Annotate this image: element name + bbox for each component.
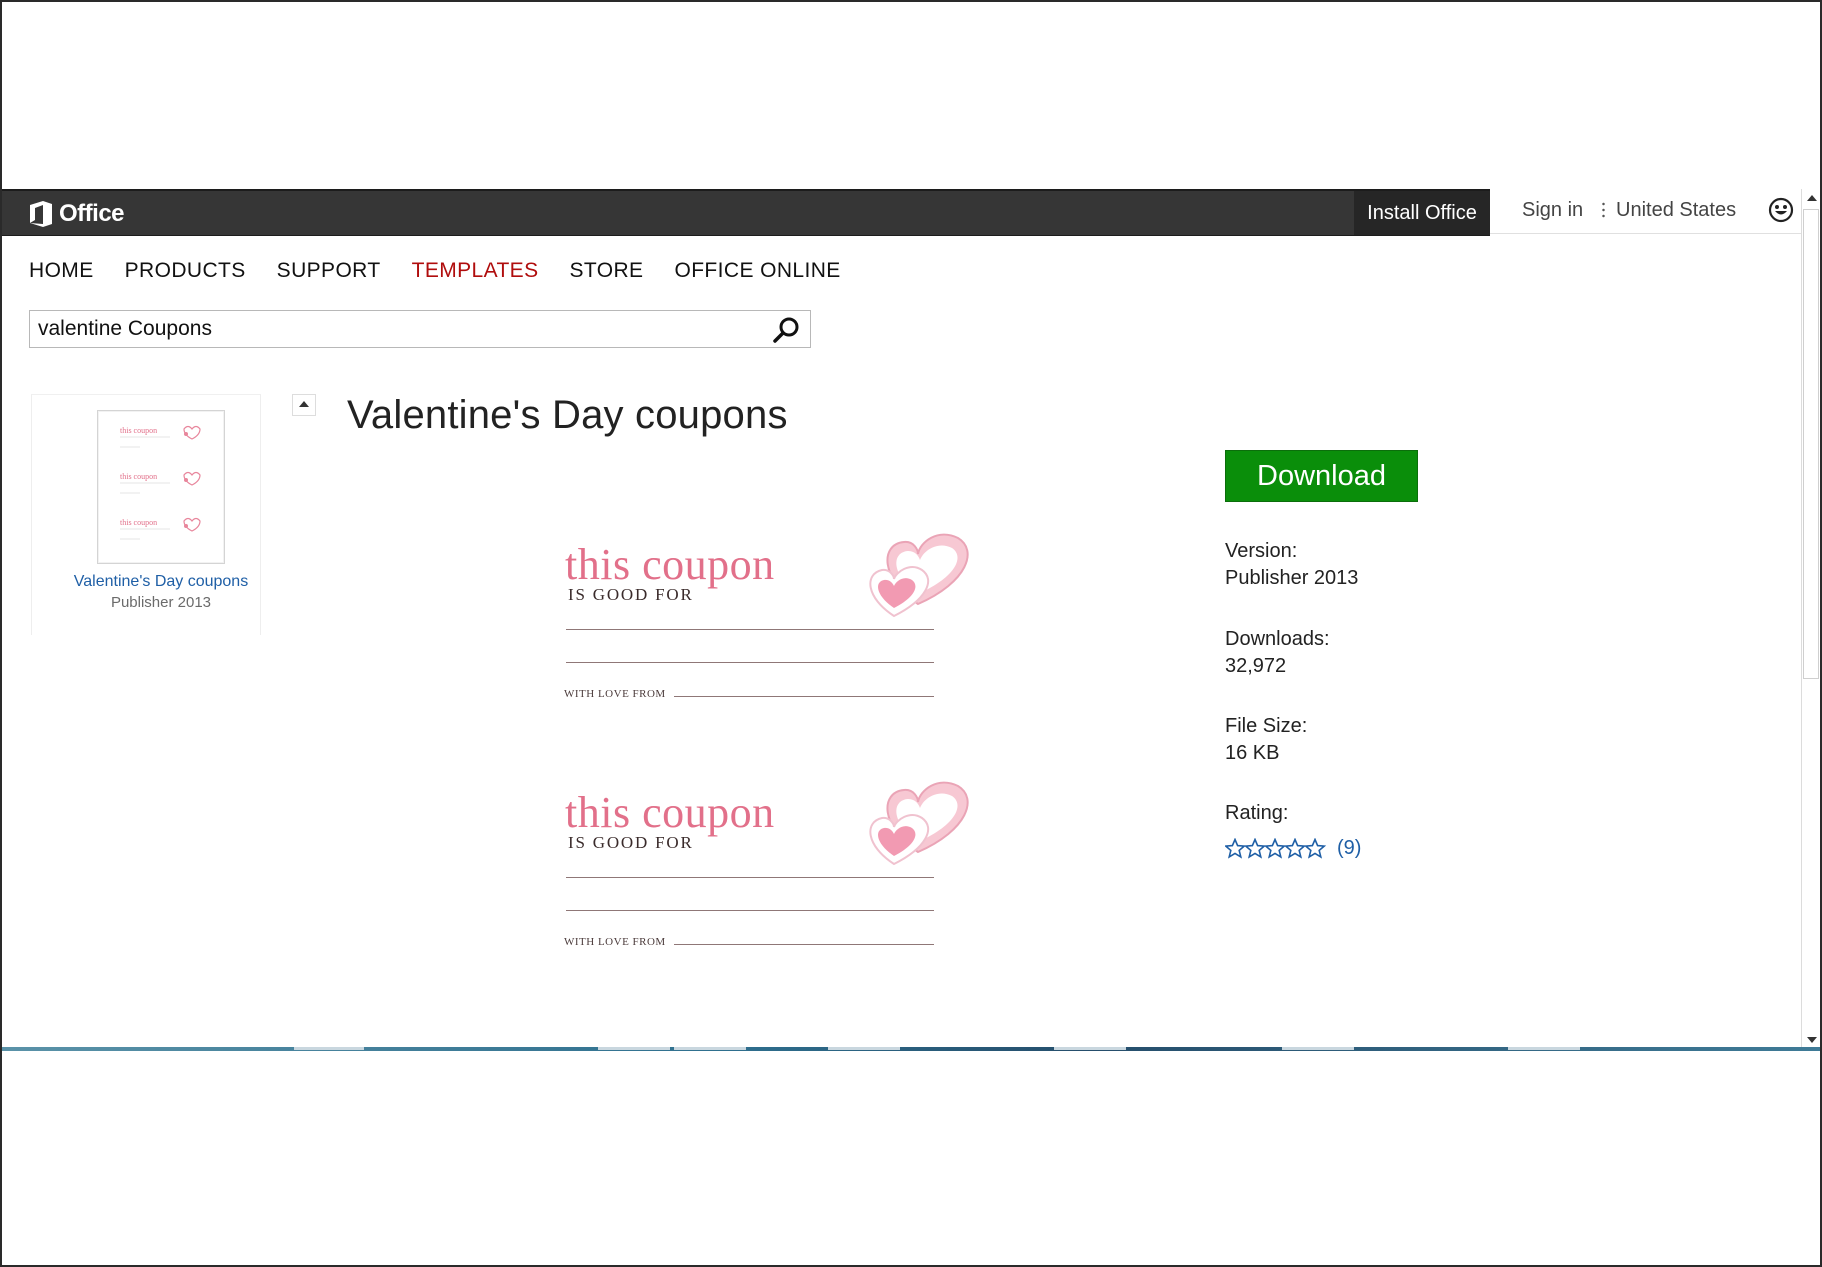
thumbnail-coupon-row: this coupon <box>120 471 201 494</box>
coupon-line <box>566 629 934 630</box>
file-size-block: File Size: 16 KB <box>1225 713 1307 767</box>
coupon-preview: this coupon IS GOOD FOR WITH LOVE FROM <box>562 781 982 997</box>
hearts-icon <box>869 533 969 618</box>
taskbar-button[interactable] <box>1054 1047 1126 1050</box>
install-office-button[interactable]: Install Office <box>1354 191 1490 235</box>
star-rating-icon <box>1225 837 1327 859</box>
search-icon[interactable] <box>772 316 800 344</box>
with-love-label: WITH LOVE FROM <box>564 936 666 948</box>
country-selector[interactable]: United States <box>1616 199 1736 222</box>
coupon-line <box>566 910 934 911</box>
result-thumbnail: this coupon this coupon this coupon <box>97 410 225 564</box>
nav-home[interactable]: HOME <box>29 259 94 283</box>
version-block: Version: Publisher 2013 <box>1225 538 1358 592</box>
scroll-up-button[interactable] <box>1802 189 1820 207</box>
smiley-icon[interactable] <box>1768 197 1794 223</box>
file-size-label: File Size: <box>1225 715 1308 737</box>
hearts-icon <box>869 781 969 866</box>
scrollbar-thumb[interactable] <box>1803 209 1819 679</box>
page-scrollbar[interactable] <box>1801 189 1820 1049</box>
result-app: Publisher 2013 <box>110 594 212 611</box>
coupon-title: this coupon <box>565 540 775 589</box>
downloads-label: Downloads: <box>1225 628 1330 650</box>
nav-products[interactable]: PRODUCTS <box>125 259 246 283</box>
with-love-label: WITH LOVE FROM <box>564 688 666 700</box>
browser-viewport: Office Install Office Sign in United Sta… <box>2 189 1820 1049</box>
template-title: Valentine's Day coupons <box>347 393 788 437</box>
taskbar-edge <box>2 1047 1820 1051</box>
coupon-subtitle: IS GOOD FOR <box>568 833 694 852</box>
search-box <box>29 310 811 348</box>
nav-office-online[interactable]: OFFICE ONLINE <box>674 259 840 283</box>
taskbar-button[interactable] <box>598 1047 670 1050</box>
coupon-line <box>566 877 934 878</box>
office-logo-text: Office <box>59 200 125 227</box>
taskbar-button[interactable] <box>828 1047 900 1050</box>
result-title[interactable]: Valentine's Day coupons <box>64 570 258 594</box>
svg-text:this coupon: this coupon <box>120 426 157 435</box>
search-input[interactable] <box>38 315 738 343</box>
account-strip: Sign in United States <box>1490 189 1802 234</box>
rating-count[interactable]: (9) <box>1337 837 1361 860</box>
svg-text:this coupon: this coupon <box>120 518 157 527</box>
taskbar-button[interactable] <box>1508 1047 1580 1050</box>
office-topbar: Office Install Office <box>2 189 1490 236</box>
taskbar-button[interactable] <box>674 1047 746 1050</box>
taskbar-button[interactable] <box>294 1047 364 1050</box>
coupon-title: this coupon <box>565 788 775 837</box>
thumbnail-coupon-row: this coupon <box>120 517 201 540</box>
coupon-line <box>674 944 934 945</box>
thumbnail-coupon-row: this coupon <box>120 425 201 448</box>
office-logo-icon <box>30 201 52 227</box>
version-label: Version: <box>1225 540 1298 562</box>
download-button[interactable]: Download <box>1225 450 1418 502</box>
office-logo[interactable]: Office <box>28 198 125 230</box>
coupon-line <box>566 662 934 663</box>
nav-templates[interactable]: TEMPLATES <box>412 259 539 283</box>
template-preview: this coupon IS GOOD FOR WITH LOVE FROM t… <box>562 533 982 999</box>
rating-label: Rating: <box>1225 802 1289 824</box>
nav-support[interactable]: SUPPORT <box>277 259 381 283</box>
results-scroll-up-button[interactable] <box>292 394 316 416</box>
downloads-block: Downloads: 32,972 <box>1225 626 1330 680</box>
rating-block: Rating: <box>1225 800 1288 827</box>
results-panel: this coupon this coupon this coupon Vale… <box>31 394 261 635</box>
coupon-line <box>674 696 934 697</box>
rating-stars[interactable]: (9) <box>1225 837 1361 860</box>
file-size-value: 16 KB <box>1225 742 1280 764</box>
sign-in-link[interactable]: Sign in <box>1522 199 1583 222</box>
taskbar-button[interactable] <box>1282 1047 1354 1050</box>
downloads-value: 32,972 <box>1225 655 1287 677</box>
main-nav: HOME PRODUCTS SUPPORT TEMPLATES STORE OF… <box>29 259 872 283</box>
svg-text:this coupon: this coupon <box>120 472 157 481</box>
version-value: Publisher 2013 <box>1225 567 1359 589</box>
result-card[interactable]: this coupon this coupon this coupon Vale… <box>64 410 258 611</box>
nav-store[interactable]: STORE <box>570 259 644 283</box>
coupon-subtitle: IS GOOD FOR <box>568 585 694 604</box>
coupon-preview: this coupon IS GOOD FOR WITH LOVE FROM <box>562 533 982 749</box>
separator-dots <box>1602 201 1605 219</box>
